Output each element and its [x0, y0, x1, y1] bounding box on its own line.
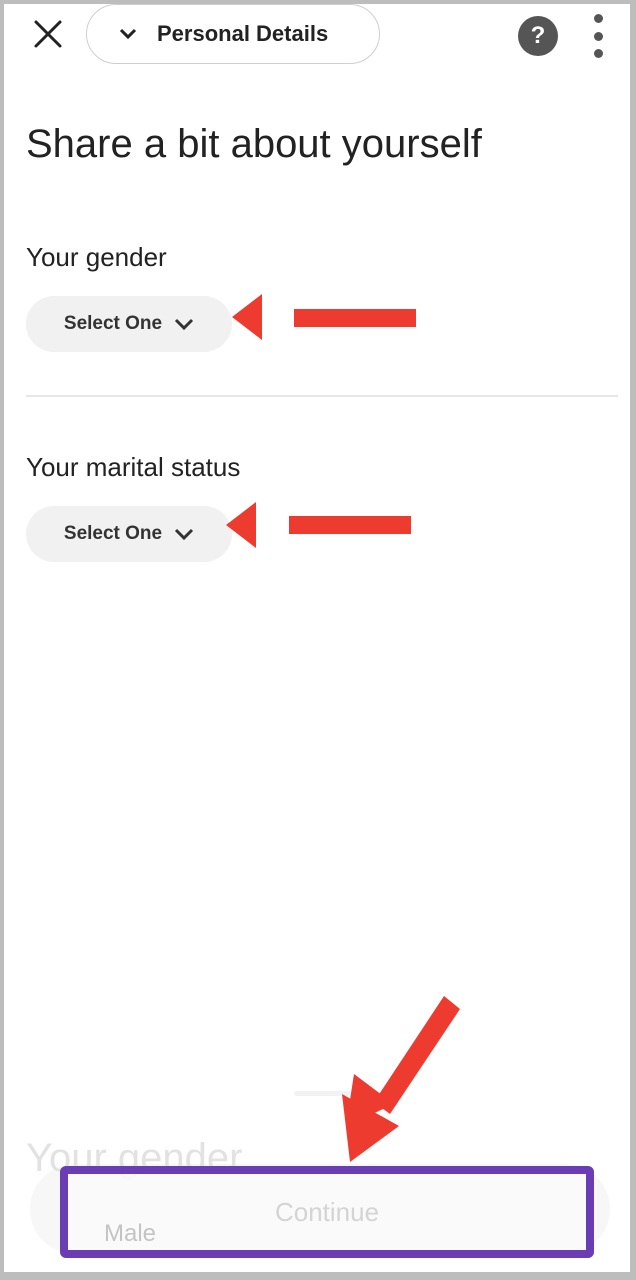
arrow-gender — [232, 294, 416, 340]
screen: Personal Details ? Share a bit about you… — [4, 4, 630, 1272]
annotation-arrows — [226, 294, 460, 1162]
arrow-marital-status — [226, 502, 411, 548]
background-sheet-option-label: Male — [104, 1220, 157, 1247]
arrow-continue — [342, 996, 460, 1162]
continue-label: Continue — [274, 1196, 380, 1227]
